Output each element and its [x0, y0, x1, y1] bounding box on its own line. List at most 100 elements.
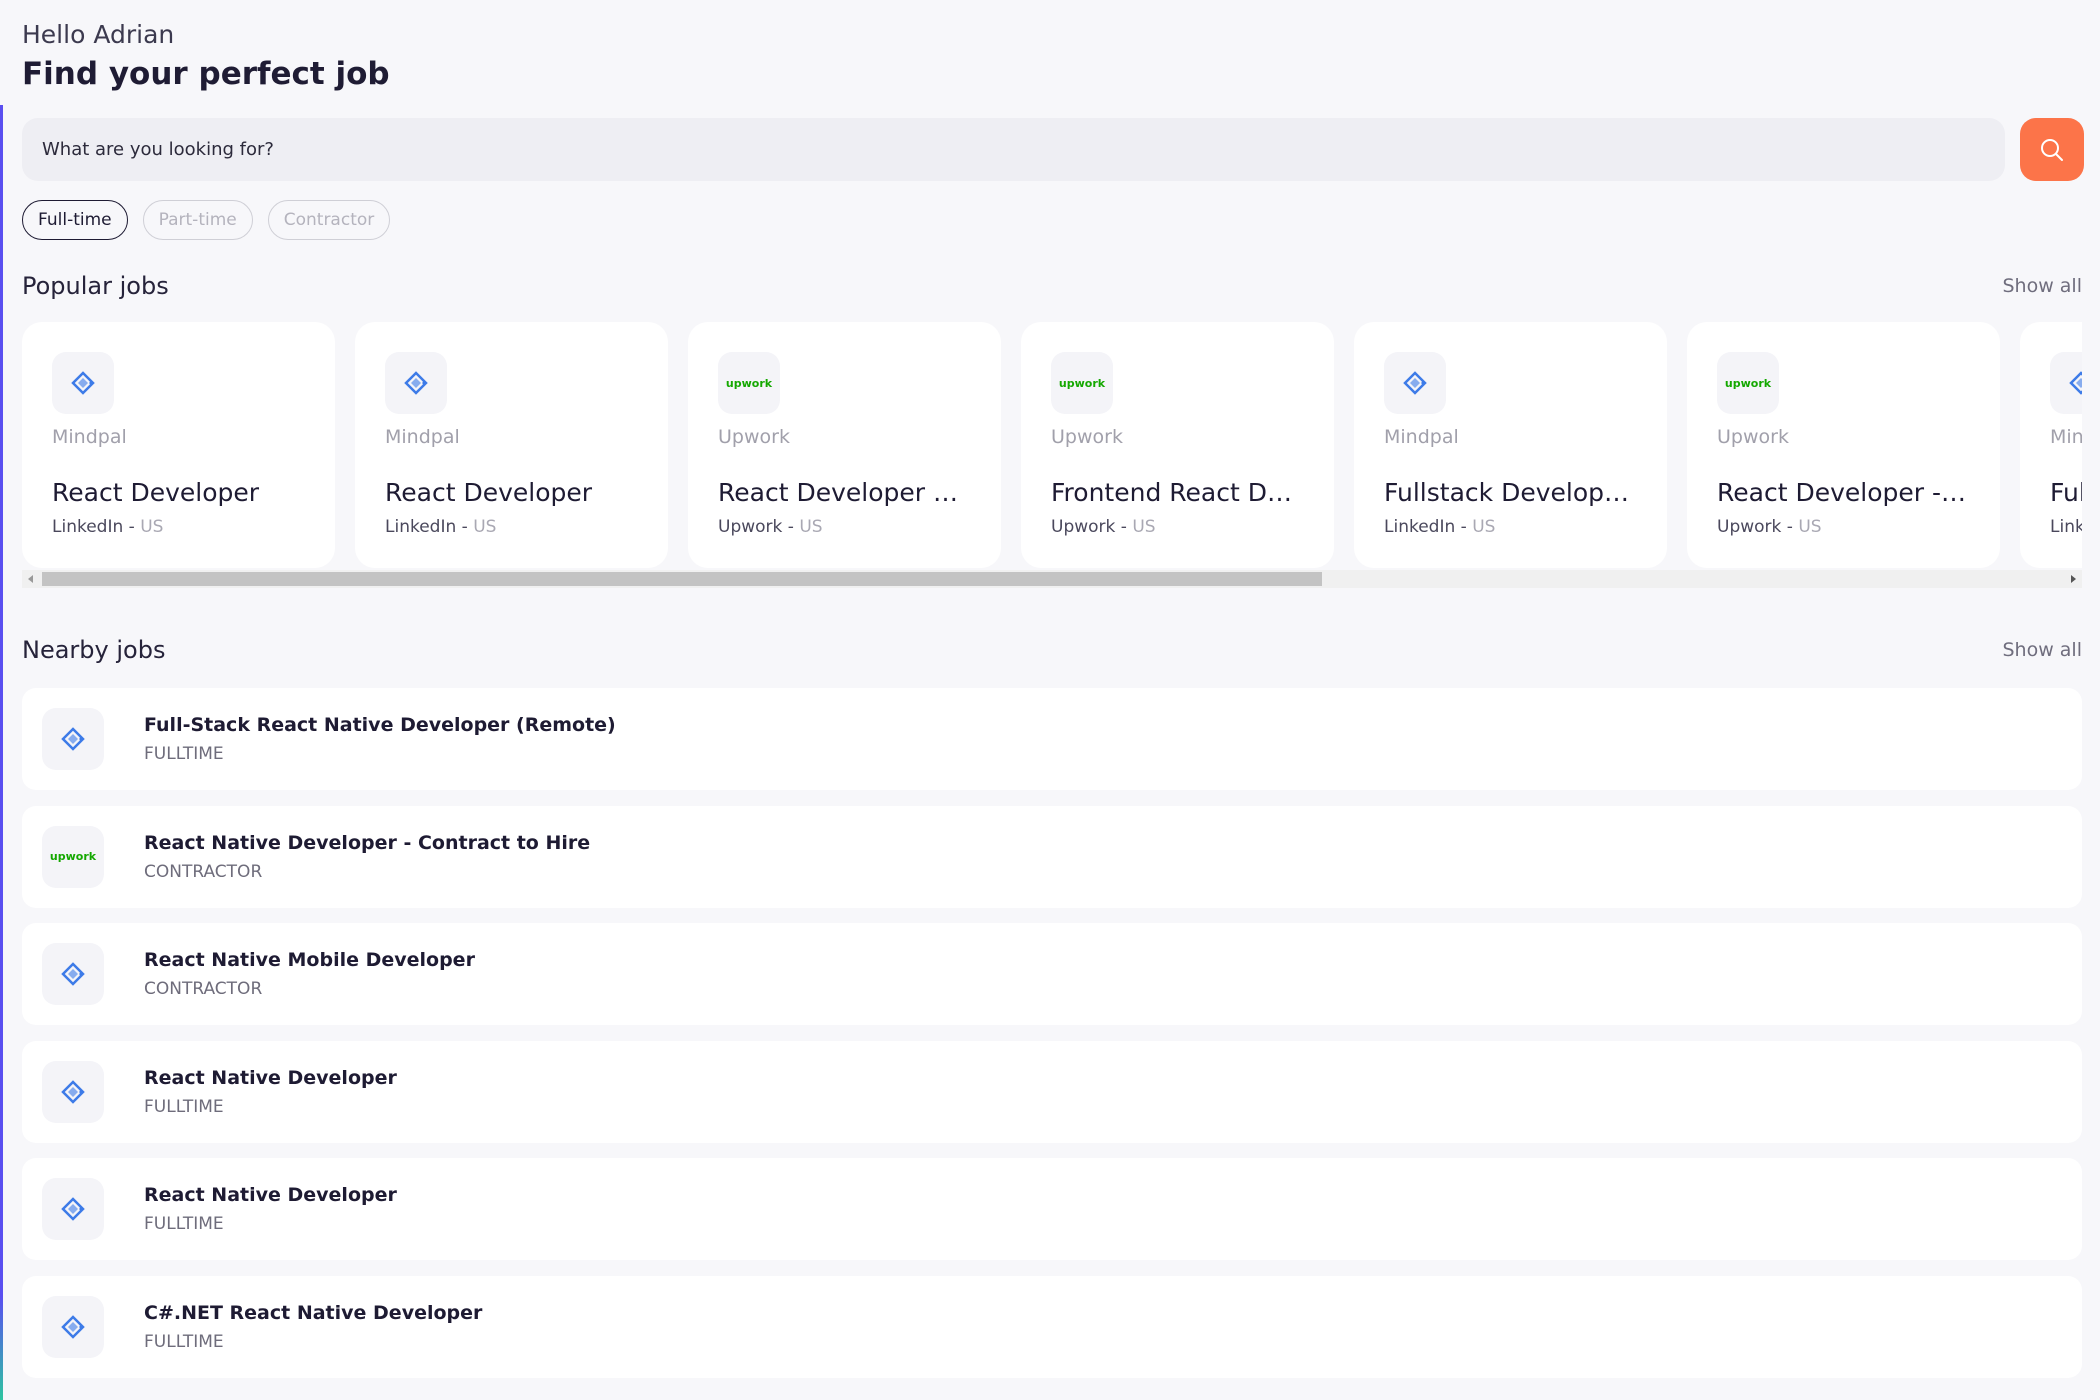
popular-job-card[interactable]: upwork Upwork Frontend React Dev... Upwork …	[1021, 322, 1334, 568]
job-type: FULLTIME	[144, 1096, 224, 1117]
job-title: React Developer - ...	[1717, 478, 1970, 507]
popular-job-card[interactable]: Mindpal React Developer LinkedIn - US	[22, 322, 335, 568]
job-country: US	[473, 517, 497, 537]
search-icon	[2041, 138, 2063, 161]
company-logo	[2050, 352, 2082, 414]
company-name: Upwork	[718, 426, 790, 448]
company-logo	[52, 352, 114, 414]
nearby-jobs-header: Nearby jobs Show all	[22, 636, 2082, 664]
filter-chip-part-time[interactable]: Part-time	[142, 200, 253, 240]
job-country: US	[1472, 517, 1496, 537]
popular-jobs-carousel[interactable]: Mindpal React Developer LinkedIn - US Mindp…	[22, 322, 2082, 568]
job-title: React Native Mobile Developer	[144, 949, 475, 971]
job-source: Upwork	[718, 517, 783, 537]
job-title: C#.NET React Native Developer	[144, 1301, 483, 1324]
job-title: React Developer	[385, 478, 593, 507]
job-location: LinkedIn - US	[1384, 517, 1637, 537]
job-source: LinkedIn	[1384, 517, 1456, 537]
company-logo	[42, 1060, 104, 1123]
nearby-show-all-link[interactable]: Show all	[2002, 639, 2082, 661]
job-title: React Developer	[52, 478, 260, 507]
company-logo	[42, 1295, 104, 1358]
nearby-job-item[interactable]: C#.NET React Native Developer FULLTIME	[22, 1275, 2082, 1378]
company-logo	[42, 943, 104, 1005]
company-logo	[42, 708, 104, 770]
window-left-edge	[0, 105, 3, 1400]
nearby-jobs-title: Nearby jobs	[22, 636, 166, 664]
horizontal-scrollbar[interactable]	[22, 570, 2082, 588]
popular-job-card[interactable]: upwork Upwork React Developer - ... Upwork …	[1687, 322, 2000, 568]
company-name: Mindpal	[1384, 426, 1459, 448]
mindpal-logo-icon	[61, 1197, 85, 1221]
job-source: Upwork	[1717, 517, 1782, 537]
job-source: Upwork	[1051, 517, 1116, 537]
nearby-job-item[interactable]: React Native Developer FULLTIME	[22, 1040, 2082, 1143]
popular-show-all-link[interactable]: Show all	[2002, 275, 2082, 297]
scrollbar-thumb[interactable]	[42, 572, 1322, 586]
mindpal-logo-icon	[61, 1079, 85, 1104]
location-separator: -	[1455, 517, 1473, 537]
job-location: Upwork - US	[1051, 517, 1304, 537]
job-title: Fullstack Developer...	[1384, 478, 1637, 507]
upwork-logo-icon: upwork	[1724, 376, 1772, 390]
job-type: CONTRACTOR	[144, 979, 263, 999]
location-separator: -	[123, 517, 141, 537]
company-name: Upwork	[1717, 426, 1789, 448]
scroll-left-arrow-icon[interactable]	[28, 575, 33, 583]
scroll-right-arrow-icon[interactable]	[2071, 575, 2076, 583]
search-input[interactable]	[22, 118, 2005, 181]
company-logo: upwork	[1717, 352, 1779, 414]
company-name: Mindpal	[2050, 426, 2082, 448]
job-title: React Native Developer	[144, 1066, 397, 1089]
greeting-text: Hello Adrian	[22, 20, 175, 49]
popular-jobs-title: Popular jobs	[22, 272, 169, 300]
search-button[interactable]	[2020, 118, 2084, 181]
job-country: US	[1798, 517, 1822, 537]
job-source: LinkedIn	[385, 517, 457, 537]
job-info: C#.NET React Native Developer FULLTIME	[144, 1302, 482, 1352]
filter-chip-contractor[interactable]: Contractor	[267, 200, 391, 240]
mindpal-logo-icon	[61, 727, 85, 751]
company-name: Upwork	[1051, 426, 1123, 448]
job-info: React Native Mobile Developer CONTRACTOR	[144, 949, 475, 999]
nearby-job-item[interactable]: Full-Stack React Native Developer (Remot…	[22, 688, 2082, 790]
upwork-logo-icon: upwork	[1058, 376, 1106, 390]
job-title: React Developer an...	[718, 478, 971, 507]
company-name: Mindpal	[52, 426, 127, 448]
mindpal-logo-icon	[61, 962, 85, 986]
upwork-logo-icon: upwork	[725, 376, 773, 390]
job-location: Upwork - US	[1717, 517, 1970, 537]
company-logo: upwork	[718, 352, 780, 414]
company-logo	[1384, 352, 1446, 414]
popular-job-card[interactable]: Mindpal React Developer LinkedIn - US	[355, 322, 668, 568]
mindpal-logo-icon	[2069, 371, 2082, 395]
job-info: Full-Stack React Native Developer (Remot…	[144, 714, 616, 764]
job-country: US	[140, 517, 164, 537]
mindpal-logo-icon	[1403, 371, 1427, 395]
job-source: LinkedIn	[52, 517, 124, 537]
nearby-job-item[interactable]: React Native Mobile Developer CONTRACTOR	[22, 923, 2082, 1025]
filter-chip-full-time[interactable]: Full-time	[22, 200, 128, 240]
popular-job-card[interactable]: Mindpal Fullstack Developer... LinkedIn - …	[1354, 322, 1667, 568]
company-logo: upwork	[1051, 352, 1113, 414]
job-type: FULLTIME	[144, 744, 224, 764]
popular-job-card[interactable]: Mindpal Fullstack Developer LinkedIn - US	[2020, 322, 2082, 568]
mindpal-logo-icon	[404, 371, 428, 395]
job-country: US	[799, 517, 823, 537]
popular-job-card[interactable]: upwork Upwork React Developer an... Upwork …	[688, 322, 1001, 568]
nearby-job-item[interactable]: upwork React Native Developer - Contract …	[22, 805, 2082, 908]
job-source: LinkedIn	[2050, 517, 2082, 537]
job-location: Upwork - US	[718, 517, 971, 537]
job-info: React Native Developer - Contract to Hir…	[144, 832, 590, 882]
company-name: Mindpal	[385, 426, 460, 448]
job-info: React Native Developer FULLTIME	[144, 1067, 397, 1117]
company-logo	[385, 352, 447, 414]
job-location: LinkedIn - US	[385, 517, 638, 537]
job-country: US	[1132, 517, 1156, 537]
mindpal-logo-icon	[61, 1314, 85, 1339]
page-title: Find your perfect job	[22, 56, 390, 92]
job-title: React Native Developer	[144, 1184, 397, 1206]
company-logo: upwork	[42, 825, 104, 888]
nearby-job-item[interactable]: React Native Developer FULLTIME	[22, 1158, 2082, 1260]
popular-jobs-row: Mindpal React Developer LinkedIn - US Mindp…	[22, 322, 2082, 568]
